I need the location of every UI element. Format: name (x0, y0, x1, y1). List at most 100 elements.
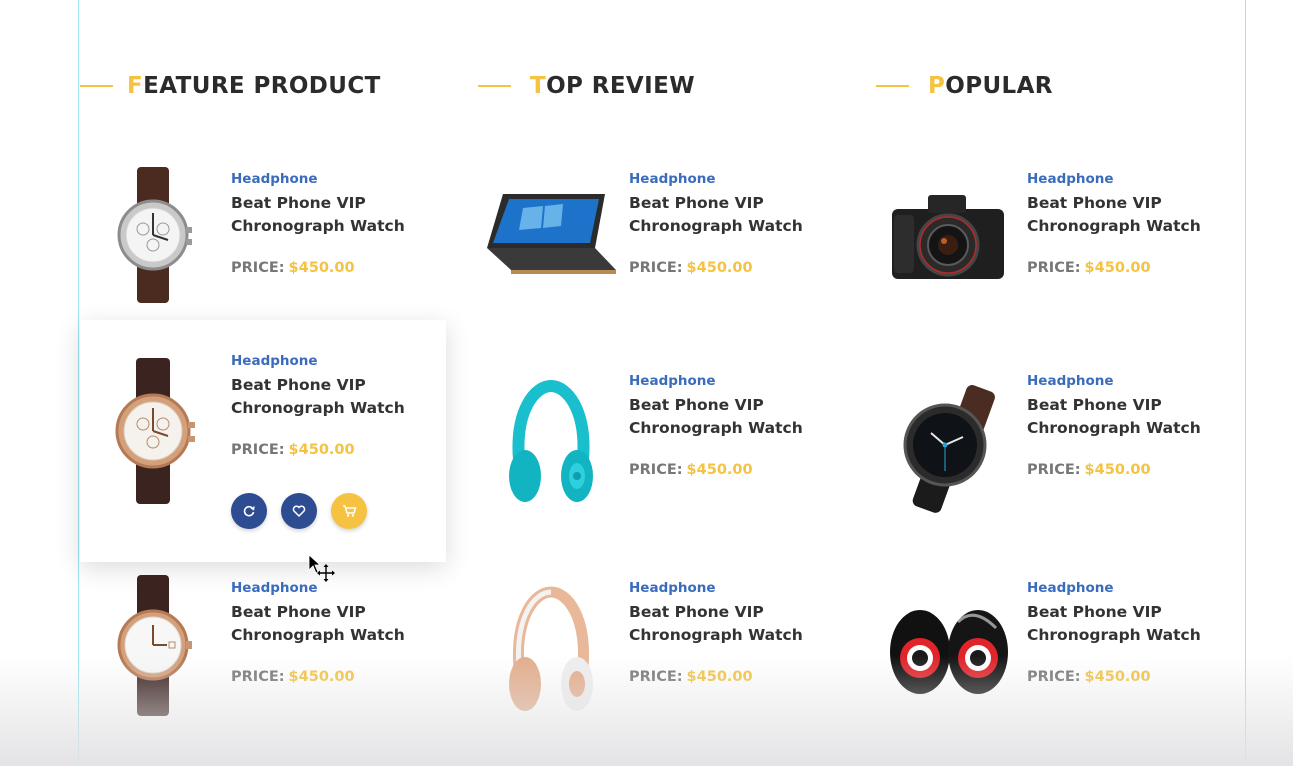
product-image[interactable] (876, 572, 1021, 722)
convertible-laptop-image (487, 193, 616, 274)
price-value: $450.00 (288, 442, 355, 458)
price-value: $450.00 (686, 462, 753, 478)
popular-column: POPULAR Headphone Beat Phone VIP Chronog… (876, 0, 1266, 766)
product-price: PRICE: $450.00 (629, 259, 839, 277)
product-card[interactable]: Headphone Beat Phone VIP Chronograph Wat… (478, 362, 844, 552)
rose-gold-headphones-image (508, 585, 593, 711)
price-value: $450.00 (288, 669, 355, 685)
heading-rest: OPULAR (945, 73, 1053, 99)
price-label: PRICE: (629, 669, 683, 685)
feature-product-column: FEATURE PRODUCT Headphone Beat Phone VIP… (80, 0, 470, 766)
product-info: Headphone Beat Phone VIP Chronograph Wat… (1027, 170, 1237, 277)
product-price: PRICE: $450.00 (231, 668, 441, 686)
turquoise-headphones-image (508, 380, 593, 502)
product-category[interactable]: Headphone (1027, 170, 1237, 188)
product-image[interactable] (478, 370, 623, 520)
title-accent-line (80, 85, 113, 87)
move-cursor-icon (308, 554, 335, 582)
product-name[interactable]: Beat Phone VIP Chronograph Watch (629, 192, 829, 238)
price-label: PRICE: (1027, 669, 1081, 685)
product-card[interactable]: Headphone Beat Phone VIP Chronograph Wat… (478, 150, 844, 340)
product-actions (231, 493, 441, 529)
price-label: PRICE: (231, 669, 285, 685)
guide-line-left (78, 0, 79, 766)
product-image[interactable] (80, 160, 225, 310)
product-image[interactable] (478, 576, 623, 726)
product-info: Headphone Beat Phone VIP Chronograph Wat… (1027, 579, 1237, 686)
product-name[interactable]: Beat Phone VIP Chronograph Watch (1027, 394, 1227, 440)
heading-rest: EATURE PRODUCT (143, 73, 381, 99)
product-info: Headphone Beat Phone VIP Chronograph Wat… (629, 170, 839, 277)
product-info: Headphone Beat Phone VIP Chronograph Wat… (629, 372, 839, 479)
price-value: $450.00 (1084, 260, 1151, 276)
product-category[interactable]: Headphone (1027, 579, 1237, 597)
add-to-cart-button[interactable] (331, 493, 367, 529)
product-image[interactable] (876, 370, 1021, 520)
heading-rest: OP REVIEW (546, 73, 695, 99)
rose-gold-dress-watch-image (117, 574, 192, 716)
product-price: PRICE: $450.00 (629, 668, 839, 686)
product-card[interactable]: Headphone Beat Phone VIP Chronograph Wat… (478, 570, 844, 760)
product-card[interactable]: Headphone Beat Phone VIP Chronograph Wat… (80, 150, 446, 340)
silver-chronograph-watch-image (117, 167, 192, 303)
price-value: $450.00 (288, 260, 355, 276)
product-card-hovered[interactable]: Headphone Beat Phone VIP Chronograph Wat… (80, 320, 446, 562)
product-card[interactable]: Headphone Beat Phone VIP Chronograph Wat… (876, 362, 1242, 552)
product-category[interactable]: Headphone (629, 579, 839, 597)
product-name[interactable]: Beat Phone VIP Chronograph Watch (231, 374, 431, 420)
title-accent-line (876, 85, 909, 87)
product-name[interactable]: Beat Phone VIP Chronograph Watch (629, 601, 829, 647)
product-category[interactable]: Headphone (1027, 372, 1237, 390)
product-card[interactable]: Headphone Beat Phone VIP Chronograph Wat… (876, 150, 1242, 340)
product-category[interactable]: Headphone (231, 352, 441, 370)
product-price: PRICE: $450.00 (231, 441, 441, 459)
product-category[interactable]: Headphone (629, 372, 839, 390)
top-review-column: TOP REVIEW Headphone Beat Phone VIP Chro… (478, 0, 868, 766)
product-name[interactable]: Beat Phone VIP Chronograph Watch (231, 601, 431, 647)
product-price: PRICE: $450.00 (1027, 259, 1237, 277)
compare-button[interactable] (231, 493, 267, 529)
wishlist-button[interactable] (281, 493, 317, 529)
product-info: Headphone Beat Phone VIP Chronograph Wat… (629, 579, 839, 686)
title-accent-line (478, 85, 511, 87)
product-card[interactable]: Headphone Beat Phone VIP Chronograph Wat… (80, 570, 446, 760)
section-heading: POPULAR (928, 73, 1053, 99)
product-image[interactable] (876, 160, 1021, 310)
product-image[interactable] (80, 356, 225, 506)
section-title-top-review: TOP REVIEW (478, 70, 695, 102)
product-image[interactable] (478, 160, 623, 310)
price-label: PRICE: (1027, 462, 1081, 478)
price-label: PRICE: (629, 260, 683, 276)
price-value: $450.00 (686, 260, 753, 276)
heading-first-letter: F (127, 73, 144, 99)
product-name[interactable]: Beat Phone VIP Chronograph Watch (629, 394, 829, 440)
heading-first-letter: P (928, 73, 946, 99)
product-info: Headphone Beat Phone VIP Chronograph Wat… (231, 170, 441, 277)
product-card[interactable]: Headphone Beat Phone VIP Chronograph Wat… (876, 570, 1242, 760)
refresh-icon (243, 505, 255, 517)
dslr-camera-image (892, 195, 1004, 279)
product-image[interactable] (80, 570, 225, 720)
product-category[interactable]: Headphone (629, 170, 839, 188)
section-heading: TOP REVIEW (530, 73, 695, 99)
product-name[interactable]: Beat Phone VIP Chronograph Watch (231, 192, 431, 238)
product-info: Headphone Beat Phone VIP Chronograph Wat… (1027, 372, 1237, 479)
price-label: PRICE: (1027, 260, 1081, 276)
product-info: Headphone Beat Phone VIP Chronograph Wat… (231, 352, 441, 529)
heading-first-letter: T (530, 73, 547, 99)
product-price: PRICE: $450.00 (1027, 461, 1237, 479)
price-value: $450.00 (686, 669, 753, 685)
cart-icon (342, 505, 357, 517)
product-price: PRICE: $450.00 (1027, 668, 1237, 686)
product-price: PRICE: $450.00 (231, 259, 441, 277)
section-title-popular: POPULAR (876, 70, 1053, 102)
product-category[interactable]: Headphone (231, 170, 441, 188)
product-name[interactable]: Beat Phone VIP Chronograph Watch (1027, 601, 1227, 647)
heart-icon (292, 505, 306, 518)
price-value: $450.00 (1084, 669, 1151, 685)
product-info: Headphone Beat Phone VIP Chronograph Wat… (231, 579, 441, 686)
product-name[interactable]: Beat Phone VIP Chronograph Watch (1027, 192, 1227, 238)
speaker-pair-image (889, 610, 1008, 694)
price-label: PRICE: (231, 260, 285, 276)
section-heading: FEATURE PRODUCT (127, 73, 381, 99)
